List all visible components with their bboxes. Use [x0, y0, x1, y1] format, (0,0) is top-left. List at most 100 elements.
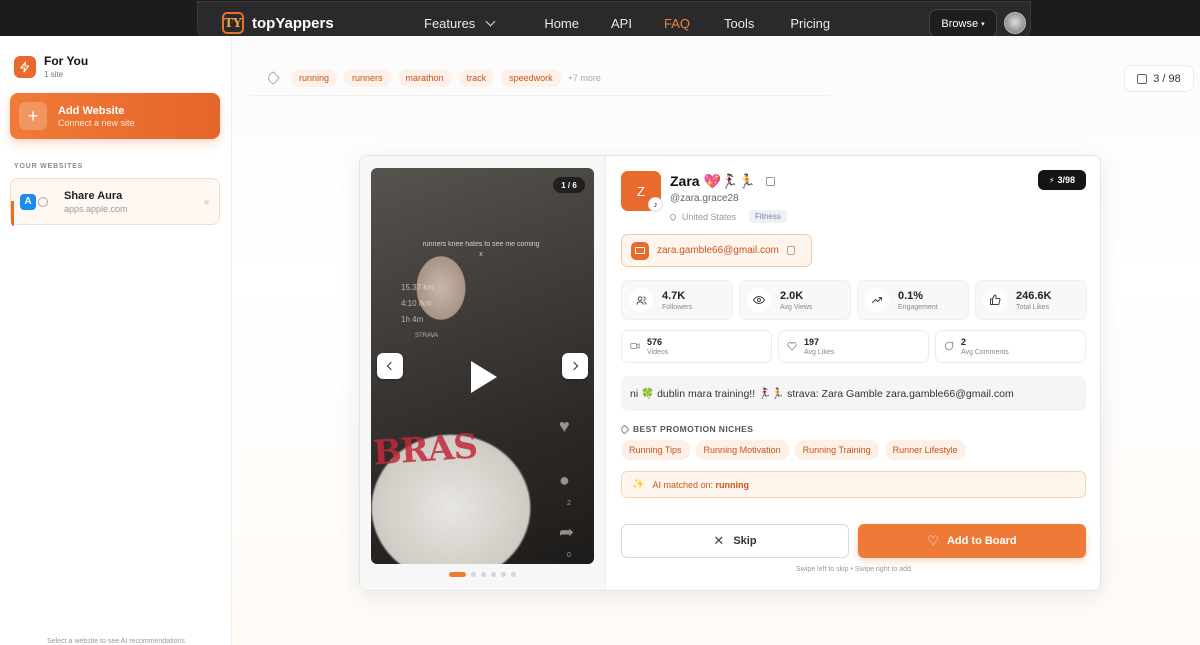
overlay-app: STRAVA: [415, 333, 439, 339]
add-website-title: Add Website: [58, 104, 125, 117]
rank-badge: ⚡ 3/98: [1038, 170, 1086, 190]
calendar-icon: [1137, 73, 1148, 84]
niche-chip[interactable]: Running Motivation: [695, 440, 789, 460]
nav-features[interactable]: Features: [424, 16, 496, 31]
next-video-button[interactable]: [562, 353, 588, 379]
eye-icon: [747, 288, 771, 312]
slide-dot[interactable]: [501, 572, 506, 577]
stat-label: Total Likes: [1016, 303, 1050, 311]
keyword-chip[interactable]: runners: [344, 68, 391, 87]
stat-value: 0.1%: [898, 289, 924, 302]
promotion-niches-title: BEST PROMOTION NICHES: [619, 424, 753, 434]
play-icon[interactable]: [471, 361, 497, 393]
for-you-header[interactable]: For You 1 site: [14, 54, 88, 79]
video-heart-icon: ♥: [559, 416, 570, 436]
stat-engagement: 0.1% Engagement: [857, 280, 969, 320]
nav-faq[interactable]: FAQ: [664, 16, 690, 31]
app-store-icon: A: [20, 193, 36, 210]
email-box[interactable]: zara.gamble66@gmail.com: [621, 234, 812, 267]
copy-icon[interactable]: [786, 246, 795, 255]
add-to-board-button[interactable]: ♡ Add to Board: [858, 524, 1086, 558]
keyword-tags: running runners marathon track speedwork…: [250, 60, 830, 96]
stat-value: 246.6K: [1016, 289, 1052, 302]
location-pin-icon: [668, 212, 678, 221]
video-icon: [630, 341, 642, 353]
sparkle-icon: ✨: [632, 479, 645, 490]
website-url: apps.apple.com: [64, 203, 128, 214]
keyword-chip[interactable]: running: [291, 68, 338, 87]
heart-icon: [787, 341, 799, 353]
niche-chip[interactable]: Running Tips: [621, 440, 690, 460]
website-name: Share Aura: [64, 189, 123, 202]
stat-avg-comments: 2 Avg Comments: [935, 330, 1086, 363]
video-caption: runners knee hates to see me coming x: [422, 241, 540, 258]
video-overlay-stats: 15.37 km 4:10 /km 1h 4m STRAVA: [401, 280, 438, 344]
skip-button[interactable]: ✕ Skip: [621, 524, 849, 558]
video-preview[interactable]: runners knee hates to see me coming x 15…: [371, 168, 594, 564]
stat-avg-views: 2.0K Avg Views: [739, 280, 851, 320]
slide-dot[interactable]: [449, 572, 466, 577]
for-you-title: For You: [44, 54, 89, 68]
stat-label: Avg Views: [780, 303, 813, 311]
nav-api[interactable]: API: [611, 16, 632, 31]
ai-match-value: running: [715, 479, 750, 490]
creator-location: United States: [682, 211, 737, 222]
trend-up-icon: [865, 288, 889, 312]
sidebar-footer-hint: Select a website to see AI recommendatio…: [47, 638, 185, 645]
more-tags-link[interactable]: +7 more: [568, 73, 601, 83]
creator-name: Zara 💖🏃‍♀️🏃: [670, 173, 756, 189]
overlay-stat: 4:10 /km: [401, 299, 432, 308]
creator-handle: @zara.grace28: [670, 193, 739, 204]
video-comment-count: 2: [567, 500, 571, 507]
main-content: running runners marathon track speedwork…: [232, 36, 1200, 645]
stat-value: 197: [804, 337, 820, 347]
niche-chip[interactable]: Running Training: [794, 440, 879, 460]
keyword-chip[interactable]: marathon: [397, 68, 452, 87]
media-panel: runners knee hates to see me coming x 15…: [360, 156, 606, 590]
tag-icon: [619, 424, 630, 434]
lightning-icon: [14, 55, 36, 78]
creator-email: zara.gamble66@gmail.com: [657, 245, 779, 256]
prev-video-button[interactable]: [377, 353, 403, 379]
slide-dot[interactable]: [471, 572, 476, 577]
rank-text: 3/98: [1057, 175, 1076, 185]
skip-label: Skip: [733, 535, 757, 547]
slide-dot[interactable]: [481, 572, 486, 577]
chevron-right-icon: [569, 361, 579, 371]
user-avatar[interactable]: [1004, 12, 1026, 34]
external-link-icon[interactable]: [765, 177, 775, 186]
plus-icon: +: [19, 102, 47, 130]
chevron-left-icon: [386, 361, 396, 371]
creator-card: runners knee hates to see me coming x 15…: [359, 155, 1101, 591]
progress-counter-text: 3 / 98: [1153, 72, 1181, 85]
tag-icon: [265, 70, 281, 85]
nav-pricing[interactable]: Pricing: [790, 16, 830, 31]
stat-value: 4.7K: [662, 289, 686, 302]
ai-match-box: ✨ AI matched on: running: [621, 471, 1086, 498]
video-share-icon: ➦: [559, 522, 575, 542]
slide-dot[interactable]: [491, 572, 496, 577]
nav-home[interactable]: Home: [544, 16, 579, 31]
sidebar: For You 1 site + Add Website Connect a n…: [0, 36, 232, 645]
sweater-print: BRAS: [371, 426, 479, 474]
brand[interactable]: TY topYappers: [222, 12, 334, 34]
add-website-subtitle: Connect a new site: [58, 117, 135, 128]
your-websites-label: YOUR WEBSITES: [14, 163, 84, 170]
keyword-chip[interactable]: track: [458, 68, 495, 87]
status-dot: [204, 200, 209, 205]
browse-button[interactable]: Browse ▾: [929, 9, 997, 38]
overlay-stat: 1h 4m: [401, 315, 424, 324]
add-website-button[interactable]: + Add Website Connect a new site: [10, 93, 220, 139]
globe-icon: [38, 196, 48, 207]
primary-stats: 4.7K Followers 2.0K Avg Views 0.1% Engag…: [621, 280, 1087, 320]
slide-dot[interactable]: [511, 572, 516, 577]
stat-label: Avg Likes: [804, 349, 835, 356]
stat-value: 2.0K: [780, 289, 804, 302]
niche-chip[interactable]: Runner Lifestyle: [884, 440, 966, 460]
nav-tools[interactable]: Tools: [724, 16, 754, 31]
keyword-chip[interactable]: speedwork: [501, 68, 561, 87]
users-icon: [629, 288, 653, 312]
website-item-share-aura[interactable]: A Share Aura apps.apple.com: [10, 178, 220, 226]
stat-label: Avg Comments: [961, 349, 1009, 356]
video-counter: 1 / 6: [553, 177, 585, 193]
